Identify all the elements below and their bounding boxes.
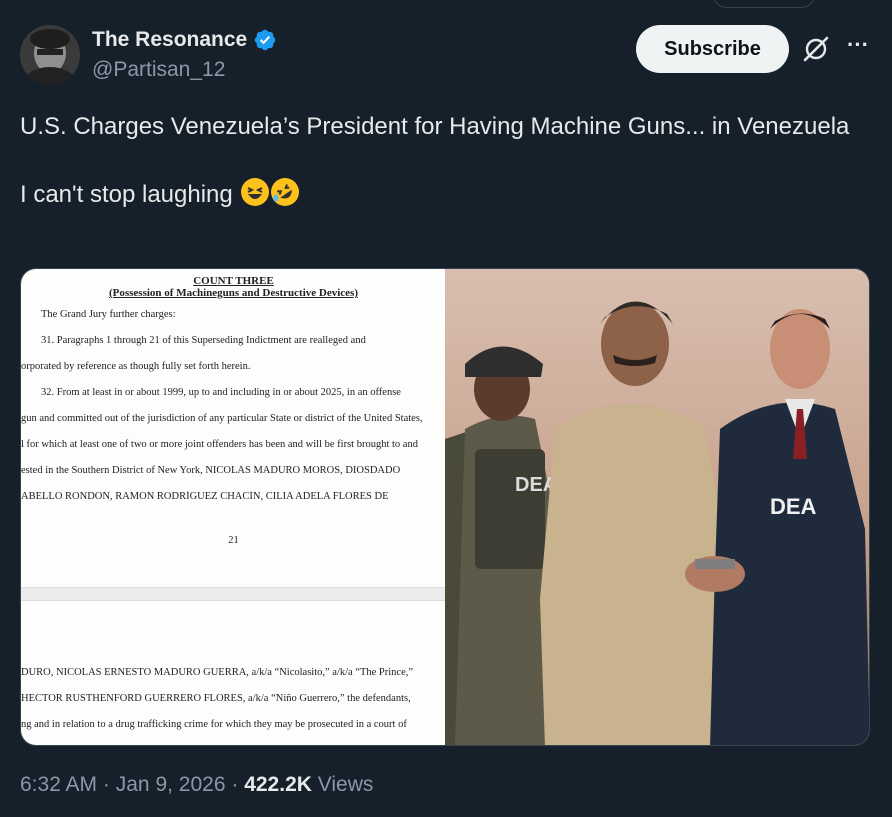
doc-page-number: 21 — [228, 535, 239, 546]
doc-line-4: 32. From at least in or about 1999, up t… — [41, 387, 401, 398]
views-label: Views — [317, 773, 374, 796]
doc-line-5: gun and committed out of the jurisdictio… — [21, 413, 423, 424]
avatar-photo-icon — [20, 25, 80, 85]
tweet-text: U.S. Charges Venezuela’s President for H… — [20, 110, 860, 212]
tweet-line-2-text: I can't stop laughing — [20, 181, 233, 208]
tweet-line-1: U.S. Charges Venezuela’s President for H… — [20, 113, 850, 140]
doc-line-1: The Grand Jury further charges: — [41, 309, 176, 320]
media-container[interactable]: COUNT THREE (Possession of Machineguns a… — [20, 268, 870, 746]
doc-subheading: (Possession of Machineguns and Destructi… — [108, 287, 358, 299]
meta-separator-2: · — [231, 773, 239, 796]
doc-line-7: ested in the Southern District of New Yo… — [21, 465, 401, 476]
arrest-photo-image[interactable]: DEA DEA — [445, 269, 869, 745]
tweet-date[interactable]: Jan 9, 2026 — [116, 773, 226, 796]
display-name[interactable]: The Resonance — [92, 28, 247, 52]
top-partial-pill — [712, 0, 816, 8]
more-icon[interactable]: ··· — [843, 30, 873, 60]
author-name-row[interactable]: The Resonance — [92, 28, 277, 52]
author-handle[interactable]: @Partisan_12 — [92, 58, 225, 82]
doc-page2-line-2: HECTOR RUSTHENFORD GUERRERO FLORES, a/k/… — [21, 693, 411, 704]
verified-badge-icon — [254, 29, 276, 51]
doc-line-8: ABELLO RONDÓN, RAMÓN RODRÍGUEZ CHACÍN, C… — [21, 491, 389, 502]
jacket-label: DEA — [770, 494, 817, 519]
arrest-photo-illustration: DEA DEA — [445, 269, 869, 745]
tweet-line-2: I can't stop laughing — [20, 178, 860, 212]
doc-line-2: 31. Paragraphs 1 through 21 of this Supe… — [41, 335, 366, 346]
doc-line-3: orporated by reference as though fully s… — [21, 361, 251, 372]
doc-page-separator — [21, 587, 445, 601]
meta-separator-1: · — [102, 773, 110, 796]
subscribe-button[interactable]: Subscribe — [636, 25, 789, 73]
grok-icon[interactable] — [801, 34, 831, 64]
avatar[interactable] — [20, 25, 80, 85]
doc-page2-line-3: ng and in relation to a drug trafficking… — [21, 719, 407, 730]
doc-line-6: l for which at least one of two or more … — [21, 439, 418, 450]
views-count[interactable]: 422.2K — [244, 773, 312, 796]
rolling-on-floor-laughing-icon — [271, 178, 300, 206]
doc-page2-line-1: DURO, NICOLÁS ERNESTO MADURO GUERRA, a/k… — [21, 667, 414, 678]
grinning-squinting-face-icon — [241, 178, 270, 206]
indictment-document-image[interactable]: COUNT THREE (Possession of Machineguns a… — [21, 269, 445, 745]
tweet-meta: 6:32 AM · Jan 9, 2026 · 422.2K Views — [20, 773, 373, 797]
tweet-time[interactable]: 6:32 AM — [20, 773, 97, 796]
doc-heading: COUNT THREE — [193, 275, 274, 287]
